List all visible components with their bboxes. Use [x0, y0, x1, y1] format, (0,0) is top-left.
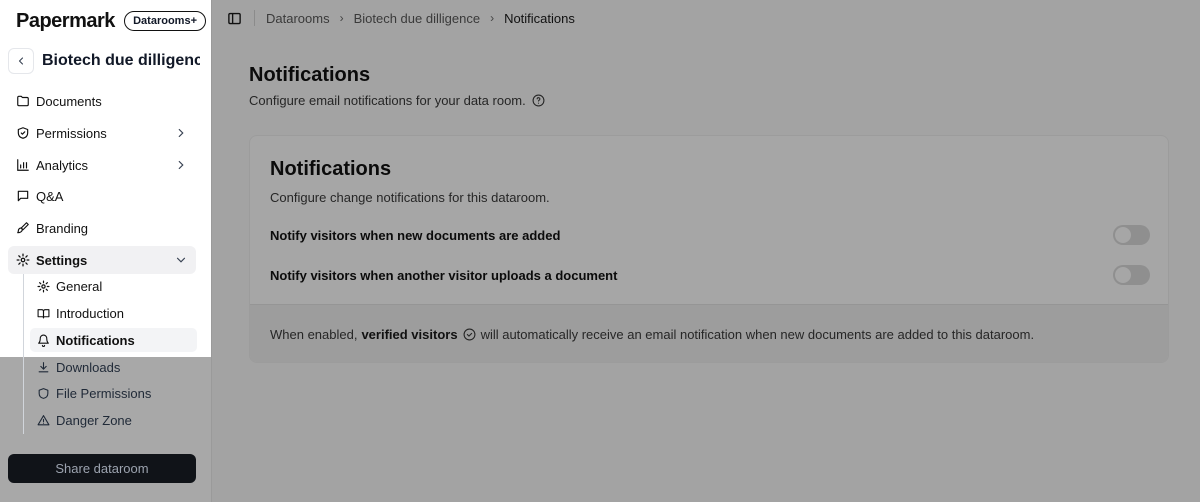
card-footer: When enabled, verified visitors will aut… [250, 304, 1168, 362]
nav-item-permissions[interactable]: Permissions [8, 119, 196, 147]
nav-item-label: Branding [36, 220, 89, 236]
chevron-left-icon [18, 57, 24, 65]
sidebar-divider [211, 0, 212, 502]
submenu-divider [23, 274, 24, 434]
download-icon [36, 360, 50, 374]
chevron-down-icon [176, 257, 186, 263]
back-button[interactable] [8, 48, 34, 74]
shield-check-icon [16, 126, 30, 140]
settings-item-label: General [56, 278, 103, 294]
settings-item-label: File Permissions [56, 385, 152, 401]
nav-item-label: Analytics [36, 157, 89, 173]
setting-label: Notify visitors when another visitor upl… [270, 267, 618, 283]
nav-item-analytics[interactable]: Analytics [8, 151, 196, 179]
topbar: Datarooms › Biotech due dilligence › Not… [211, 0, 1200, 36]
nav-item-branding[interactable]: Branding [8, 214, 196, 242]
settings-item-downloads[interactable]: Downloads [30, 355, 197, 379]
breadcrumb-datarooms[interactable]: Datarooms [266, 11, 330, 26]
nav-item-qa[interactable]: Q&A [8, 182, 196, 210]
footer-verified-visitors: verified visitors [361, 327, 458, 342]
check-circle-icon [463, 328, 476, 341]
nav-item-documents[interactable]: Documents [8, 87, 196, 115]
warning-icon [36, 413, 50, 427]
papermark-logo[interactable]: Papermark [16, 10, 115, 33]
share-dataroom-button[interactable]: Share dataroom [8, 454, 196, 483]
footer-prefix: When enabled, [270, 327, 358, 342]
card-title: Notifications [270, 158, 392, 180]
plan-badge: Datarooms+ [124, 11, 206, 31]
settings-item-danger-zone[interactable]: Danger Zone [30, 408, 197, 432]
notifications-card: Notifications Configure change notificat… [249, 135, 1169, 363]
nav-item-label: Settings [36, 252, 88, 268]
gear-icon [16, 253, 30, 267]
setting-row-visitor-uploads: Notify visitors when another visitor upl… [270, 265, 1150, 285]
bell-icon [36, 333, 50, 347]
breadcrumb-current: Notifications [504, 10, 575, 26]
sidebar-toggle-icon[interactable] [227, 11, 242, 26]
bar-chart-icon [16, 158, 30, 172]
sidebar-menu-panel: Papermark Datarooms+ Biotech due dillige… [0, 0, 211, 434]
chevron-right-icon: › [490, 11, 495, 25]
nav-item-settings[interactable]: Settings [8, 246, 196, 274]
dataroom-title: Biotech due dilligence [42, 52, 200, 69]
nav-item-label: Documents [36, 93, 102, 109]
breadcrumb-dataroom[interactable]: Biotech due dilligence [354, 11, 480, 26]
card-subtitle: Configure change notifications for this … [270, 190, 550, 205]
settings-item-label: Notifications [56, 332, 135, 348]
settings-item-introduction[interactable]: Introduction [30, 301, 197, 325]
folder-icon [16, 94, 30, 108]
footer-suffix: will automatically receive an email noti… [480, 327, 1035, 342]
chevron-right-icon: › [339, 11, 344, 25]
page-subtitle-text: Configure email notifications for your d… [249, 93, 526, 108]
setting-row-new-documents: Notify visitors when new documents are a… [270, 225, 1150, 245]
new-documents-toggle[interactable] [1113, 225, 1150, 245]
gear-icon [36, 279, 50, 293]
page-subtitle: Configure email notifications for your d… [249, 93, 545, 108]
brush-icon [16, 221, 30, 235]
book-open-icon [36, 306, 50, 320]
settings-item-notifications[interactable]: Notifications [30, 328, 197, 352]
settings-item-label: Introduction [56, 305, 124, 321]
settings-item-general[interactable]: General [30, 274, 197, 298]
dataroom-header: Biotech due dilligence [8, 48, 208, 74]
shield-icon [36, 386, 50, 400]
nav-item-label: Permissions [36, 125, 107, 141]
settings-item-label: Downloads [56, 359, 121, 375]
message-square-icon [16, 189, 30, 203]
visitor-uploads-toggle[interactable] [1113, 265, 1150, 285]
help-icon[interactable] [532, 94, 545, 107]
settings-item-label: Danger Zone [56, 412, 132, 428]
nav-item-label: Q&A [36, 188, 64, 204]
chevron-right-icon [178, 160, 184, 170]
brand-row: Papermark Datarooms+ [16, 8, 206, 34]
settings-item-file-permissions[interactable]: File Permissions [30, 381, 197, 405]
chevron-right-icon [178, 128, 184, 138]
setting-label: Notify visitors when new documents are a… [270, 227, 561, 243]
topbar-separator [254, 10, 255, 26]
page-title: Notifications [249, 64, 371, 86]
